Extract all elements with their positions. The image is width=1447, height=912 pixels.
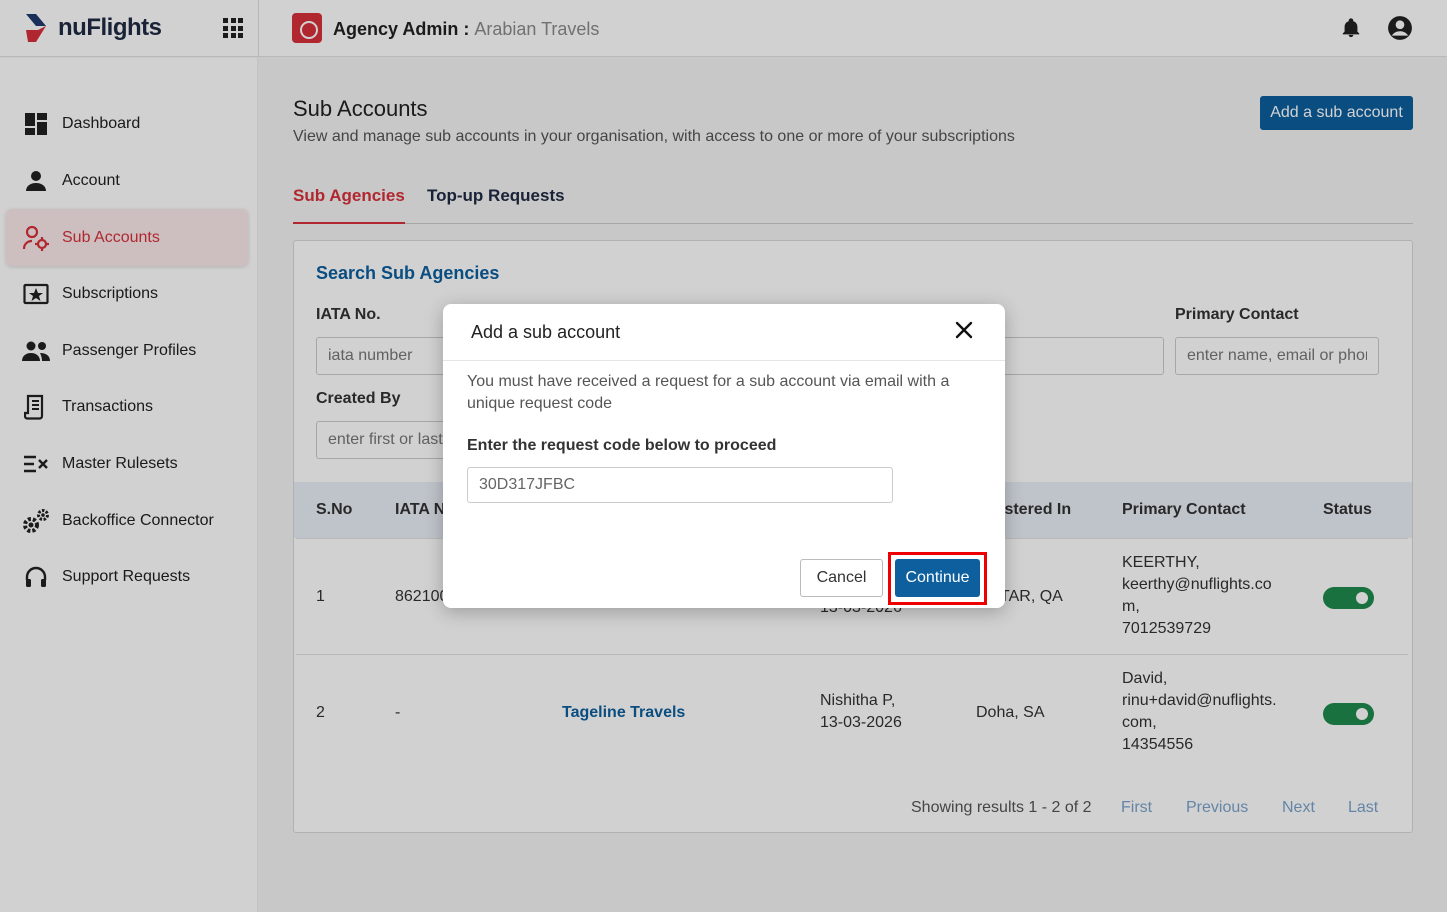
dialog-title: Add a sub account <box>471 322 621 342</box>
dialog-message: You must have received a request for a s… <box>467 373 950 412</box>
close-icon[interactable] <box>953 319 975 341</box>
add-sub-account-dialog: Add a sub account You must have received… <box>443 304 1005 608</box>
dialog-divider <box>443 360 1005 361</box>
request-code-input[interactable] <box>467 467 893 503</box>
request-code-label: Enter the request code below to proceed <box>467 437 777 454</box>
continue-button[interactable]: Continue <box>895 559 980 597</box>
cancel-button[interactable]: Cancel <box>800 559 883 597</box>
